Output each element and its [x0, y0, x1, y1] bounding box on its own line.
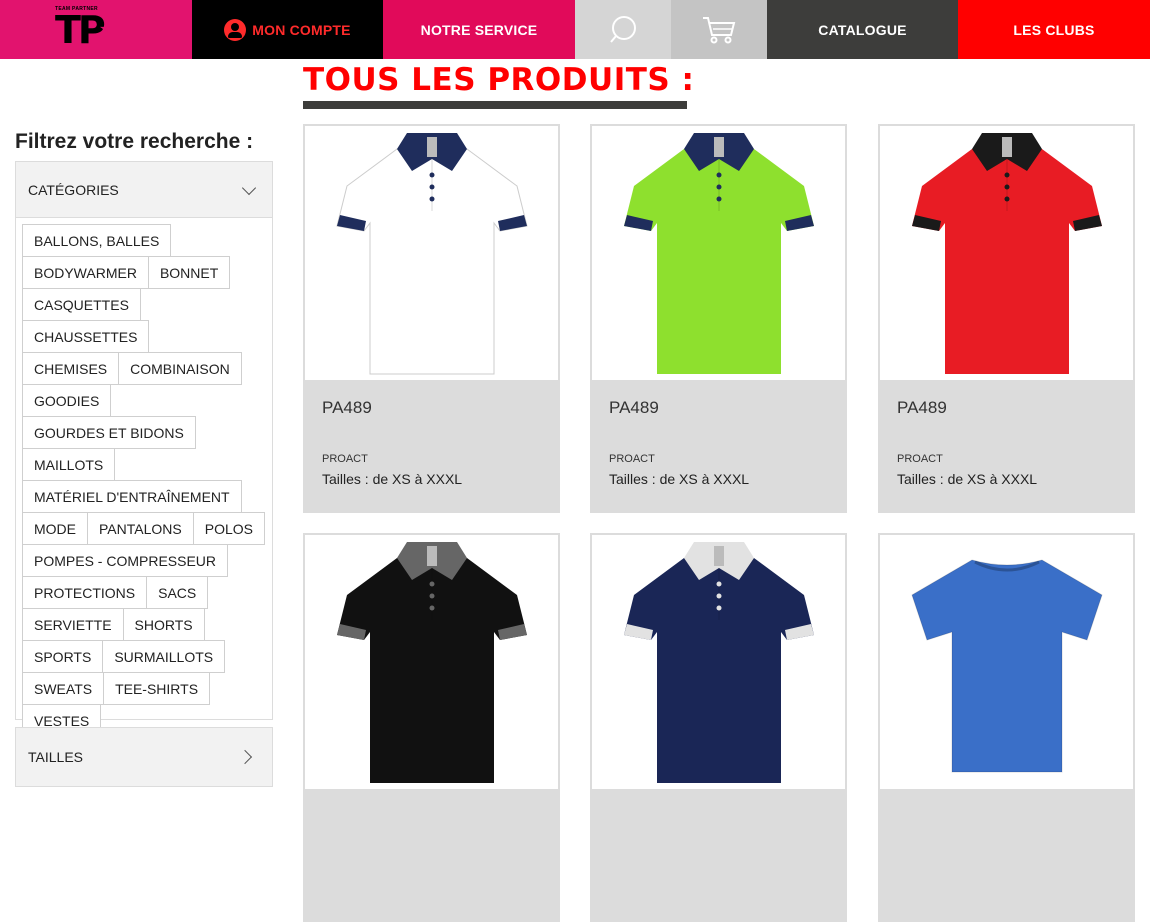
product-image[interactable]	[880, 126, 1133, 380]
category-tag[interactable]: CHEMISES	[22, 352, 120, 385]
product-ref: PA489	[609, 398, 659, 417]
catalogue-label: CATALOGUE	[818, 21, 907, 38]
category-tag[interactable]: GOURDES ET BIDONS	[22, 416, 196, 449]
service-link[interactable]: NOTRE SERVICE	[383, 0, 575, 59]
product-card[interactable]: PA489 PROACT Tailles : de XS à XXXL	[590, 124, 847, 513]
service-label: NOTRE SERVICE	[420, 21, 538, 38]
category-tag[interactable]: SPORTS	[22, 640, 104, 673]
category-tag[interactable]: GOODIES	[22, 384, 112, 417]
search-button[interactable]	[575, 0, 671, 59]
category-tag[interactable]: SERVIETTE	[22, 608, 124, 641]
product-ref: PA489	[322, 398, 372, 417]
category-tag[interactable]: SACS	[146, 576, 209, 609]
category-tag[interactable]: COMBINAISON	[118, 352, 242, 385]
category-tag[interactable]: CASQUETTES	[22, 288, 141, 321]
category-tag[interactable]: BALLONS, BALLES	[22, 224, 172, 257]
category-tag[interactable]: MATÉRIEL D'ENTRAÎNEMENT	[22, 480, 242, 513]
product-info: PA489 PROACT Tailles : de XS à XXXL	[880, 380, 1133, 511]
user-icon	[224, 18, 247, 41]
product-info: PA489 PROACT Tailles : de XS à XXXL	[305, 380, 558, 511]
product-card[interactable]	[303, 533, 560, 922]
logo[interactable]: TEAM PARTNER TP ★	[0, 0, 192, 59]
product-info	[305, 789, 558, 920]
category-tag[interactable]: BODYWARMER	[22, 256, 149, 289]
product-info	[592, 789, 845, 920]
product-info	[880, 789, 1133, 920]
product-ref: PA489	[897, 398, 947, 417]
category-tag[interactable]: POLOS	[192, 512, 265, 545]
clubs-label: LES CLUBS	[1013, 21, 1095, 38]
product-sizes: Tailles : de XS à XXXL	[609, 471, 750, 487]
cart-icon	[703, 16, 736, 43]
product-image[interactable]	[592, 126, 845, 380]
category-tag[interactable]: TEE-SHIRTS	[103, 672, 211, 705]
product-brand: PROACT	[322, 453, 368, 465]
account-link[interactable]: MON COMPTE	[192, 0, 383, 59]
category-tag[interactable]: BONNET	[147, 256, 231, 289]
category-tag[interactable]: PANTALONS	[87, 512, 194, 545]
logo-mark: TP	[55, 8, 106, 52]
product-card[interactable]	[878, 533, 1135, 922]
category-tag[interactable]: POMPES - COMPRESSEUR	[22, 544, 229, 577]
product-image[interactable]	[305, 126, 558, 380]
product-image[interactable]	[592, 535, 845, 789]
sizes-toggle[interactable]: TAILLES	[15, 727, 273, 787]
category-tag[interactable]: MODE	[22, 512, 88, 545]
category-tag[interactable]: CHAUSSETTES	[22, 320, 150, 353]
page-title: TOUS LES PRODUITS :	[303, 62, 695, 98]
top-nav: TEAM PARTNER TP ★ MON COMPTE NOTRE SERVI…	[0, 0, 1150, 59]
cart-button[interactable]	[671, 0, 767, 59]
category-tag[interactable]: SHORTS	[122, 608, 205, 641]
category-tag[interactable]: SWEATS	[22, 672, 105, 705]
product-card[interactable]: PA489 PROACT Tailles : de XS à XXXL	[878, 124, 1135, 513]
chevron-down-icon	[241, 180, 257, 195]
categories-toggle[interactable]: CATÉGORIES	[16, 162, 272, 218]
category-tag[interactable]: PROTECTIONS	[22, 576, 148, 609]
product-card[interactable]	[590, 533, 847, 922]
chevron-right-icon	[237, 749, 253, 765]
product-image[interactable]	[305, 535, 558, 789]
product-card[interactable]: PA489 PROACT Tailles : de XS à XXXL	[303, 124, 560, 513]
category-list: BALLONS, BALLES BODYWARMER BONNET CASQUETTE…	[16, 218, 272, 742]
clubs-link[interactable]: LES CLUBS	[958, 0, 1150, 59]
search-icon	[610, 15, 636, 43]
product-brand: PROACT	[897, 453, 943, 465]
title-underline	[303, 101, 687, 109]
product-brand: PROACT	[609, 453, 655, 465]
product-info: PA489 PROACT Tailles : de XS à XXXL	[592, 380, 845, 511]
sizes-label: TAILLES	[28, 749, 83, 765]
account-label: MON COMPTE	[252, 21, 351, 38]
star-icon: ★	[100, 23, 111, 35]
product-sizes: Tailles : de XS à XXXL	[897, 471, 1038, 487]
product-image[interactable]	[880, 535, 1133, 789]
product-sizes: Tailles : de XS à XXXL	[322, 471, 463, 487]
filter-title: Filtrez votre recherche :	[15, 130, 254, 153]
categories-label: CATÉGORIES	[28, 181, 119, 198]
category-tag[interactable]: MAILLOTS	[22, 448, 116, 481]
catalogue-link[interactable]: CATALOGUE	[767, 0, 958, 59]
category-tag[interactable]: SURMAILLOTS	[102, 640, 226, 673]
categories-panel: CATÉGORIES BALLONS, BALLES BODYWARMER BONN…	[15, 161, 273, 737]
